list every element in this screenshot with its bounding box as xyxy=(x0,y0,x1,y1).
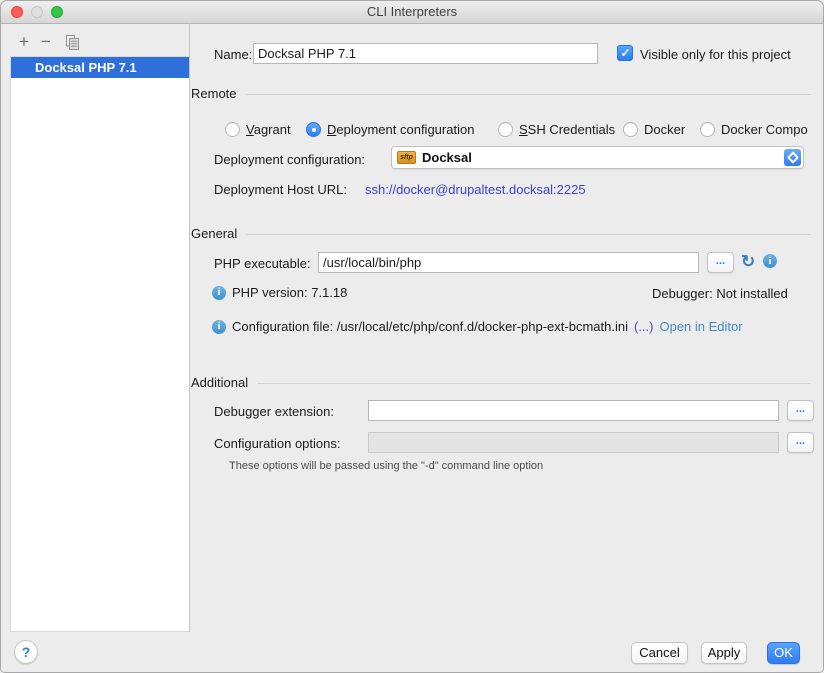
deployment-configuration-select[interactable]: sftp Docksal xyxy=(391,146,804,169)
section-general-line xyxy=(246,234,811,235)
configuration-options-hint: These options will be passed using the "… xyxy=(229,460,543,472)
debugger-extension-input[interactable] xyxy=(368,400,779,421)
name-label: Name: xyxy=(214,47,252,62)
chevron-up-down-icon xyxy=(784,149,801,166)
show-phpinfo-icon[interactable]: i xyxy=(763,254,777,268)
configuration-options-label: Configuration options: xyxy=(214,436,340,451)
ok-button[interactable]: OK xyxy=(767,642,800,664)
copy-icon xyxy=(66,35,79,54)
titlebar[interactable]: CLI Interpreters xyxy=(1,1,823,24)
deployment-host-url-label: Deployment Host URL: xyxy=(214,182,347,197)
section-additional: Additional xyxy=(191,374,811,390)
deployment-configuration-label: Deployment configuration: xyxy=(214,152,365,167)
php-executable-label: PHP executable: xyxy=(214,256,311,271)
radio-deployment-configuration[interactable]: Deployment configuration xyxy=(306,121,474,138)
php-executable-input[interactable] xyxy=(318,252,699,273)
reload-phpinfo-icon[interactable]: ↻ xyxy=(741,252,755,272)
section-additional-label: Additional xyxy=(191,375,248,390)
window-title: CLI Interpreters xyxy=(1,1,823,23)
section-additional-line xyxy=(257,383,811,384)
info-icon: i xyxy=(212,286,226,300)
radio-icon xyxy=(498,122,513,137)
section-general: General xyxy=(191,225,811,241)
help-button[interactable]: ? xyxy=(14,640,38,664)
configuration-file-row: i Configuration file: /usr/local/etc/php… xyxy=(212,319,743,334)
radio-icon xyxy=(225,122,240,137)
radio-icon xyxy=(306,122,321,137)
cancel-button[interactable]: Cancel xyxy=(631,642,688,664)
visible-only-label: Visible only for this project xyxy=(640,47,791,62)
debugger-extension-browse-button[interactable]: ... xyxy=(787,400,814,421)
apply-button[interactable]: Apply xyxy=(701,642,747,664)
info-icon: i xyxy=(212,320,226,334)
section-general-label: General xyxy=(191,226,237,241)
visible-only-checkbox[interactable] xyxy=(617,45,633,61)
php-version-text: PHP version: 7.1.18 xyxy=(232,285,347,300)
footer-bar: ? Cancel Apply OK xyxy=(1,632,823,673)
add-interpreter-button[interactable]: + xyxy=(16,33,32,51)
remove-interpreter-button[interactable]: − xyxy=(38,33,54,51)
php-executable-browse-button[interactable]: ... xyxy=(707,252,734,273)
list-item-docksal-php[interactable]: Docksal PHP 7.1 xyxy=(11,57,189,78)
section-remote-line xyxy=(246,94,811,95)
sidebar-separator xyxy=(189,23,190,632)
name-input[interactable] xyxy=(253,43,598,64)
php-version-row: i PHP version: 7.1.18 xyxy=(212,285,347,300)
cli-interpreters-dialog: CLI Interpreters + − Docksal PHP 7.1 Nam… xyxy=(0,0,824,673)
configuration-options-input xyxy=(368,432,779,453)
deployment-configuration-value: Docksal xyxy=(422,150,472,165)
sftp-icon: sftp xyxy=(397,151,416,164)
debugger-status-text: Debugger: Not installed xyxy=(652,286,788,301)
radio-docker[interactable]: Docker xyxy=(623,121,685,138)
radio-icon xyxy=(700,122,715,137)
section-remote: Remote xyxy=(191,85,811,101)
copy-interpreter-button[interactable] xyxy=(64,35,80,53)
debugger-extension-label: Debugger extension: xyxy=(214,404,334,419)
radio-docker-compose[interactable]: Docker Compo xyxy=(700,121,808,138)
radio-vagrant[interactable]: Vagrant xyxy=(225,121,291,138)
configuration-file-text: Configuration file: /usr/local/etc/php/c… xyxy=(232,319,628,334)
radio-ssh-credentials[interactable]: SSH Credentials xyxy=(498,121,615,138)
configuration-file-more-link[interactable]: (...) xyxy=(634,319,654,334)
deployment-host-url-value: ssh://docker@drupaltest.docksal:2225 xyxy=(365,182,586,197)
interpreter-list: Docksal PHP 7.1 xyxy=(10,56,189,632)
configuration-options-browse-button[interactable]: ... xyxy=(787,432,814,453)
radio-icon xyxy=(623,122,638,137)
open-in-editor-link[interactable]: Open in Editor xyxy=(659,319,742,334)
section-remote-label: Remote xyxy=(191,86,237,101)
